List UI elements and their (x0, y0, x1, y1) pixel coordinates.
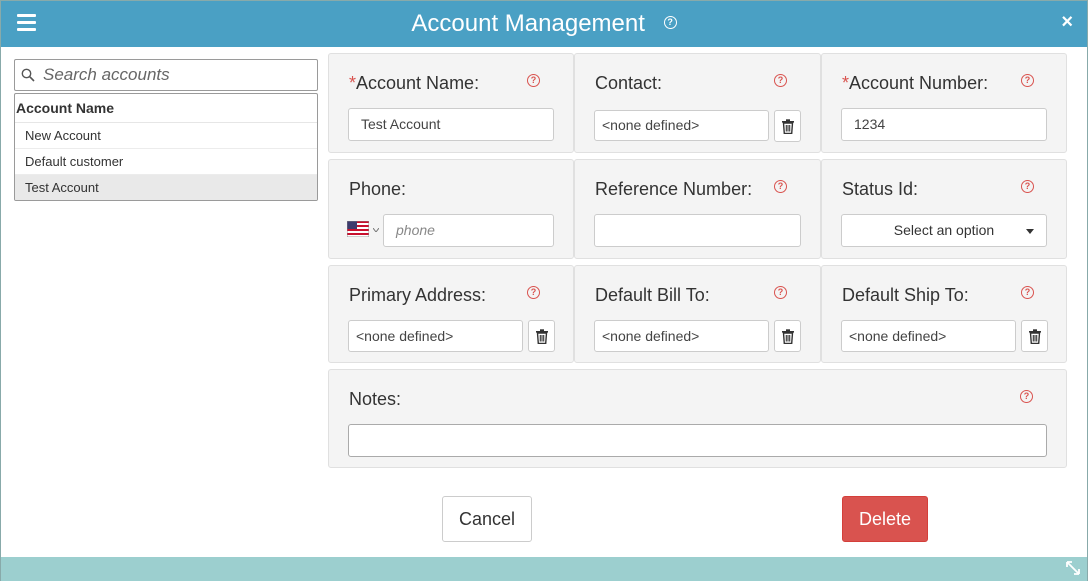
primary-address-cell: Primary Address: ? <none defined> (328, 265, 574, 363)
account-list-header: Account Name (15, 94, 317, 123)
search-input[interactable] (41, 63, 311, 87)
contact-cell: Contact: ? <none defined> (574, 53, 821, 153)
us-flag-icon[interactable] (347, 221, 369, 237)
account-name-cell: *Account Name: ? Test Account (328, 53, 574, 153)
account-name-label: *Account Name: (349, 73, 480, 93)
cancel-button[interactable]: Cancel (442, 496, 532, 542)
title-area: Account Management ? (1, 9, 1087, 39)
status-id-selected: Select an option (893, 222, 995, 238)
list-item[interactable]: New Account (15, 123, 317, 149)
contact-field[interactable]: <none defined> (594, 110, 769, 141)
chevron-down-icon[interactable] (373, 228, 379, 232)
account-number-cell: *Account Number: ? 1234 (821, 53, 1067, 153)
contact-clear-button[interactable] (774, 110, 801, 142)
phone-placeholder: phone (396, 222, 435, 238)
reference-number-label: Reference Number: (595, 179, 753, 199)
search-box (14, 59, 318, 91)
trash-icon (536, 329, 548, 344)
trash-icon (782, 329, 794, 344)
status-id-label: Status Id: (842, 179, 919, 199)
default-bill-to-clear-button[interactable] (774, 320, 801, 352)
primary-address-clear-button[interactable] (528, 320, 555, 352)
help-icon[interactable]: ? (527, 286, 540, 299)
help-icon[interactable]: ? (774, 74, 787, 87)
default-ship-to-field[interactable]: <none defined> (841, 320, 1016, 352)
account-number-input[interactable]: 1234 (841, 108, 1047, 141)
list-item-selected[interactable]: Test Account (15, 175, 317, 200)
delete-button[interactable]: Delete (842, 496, 928, 542)
default-bill-to-cell: Default Bill To: ? <none defined> (574, 265, 821, 363)
search-icon (21, 68, 35, 82)
close-icon[interactable]: × (1061, 12, 1073, 32)
required-marker: * (349, 73, 357, 93)
status-id-select[interactable]: Select an option (841, 214, 1047, 247)
default-ship-to-cell: Default Ship To: ? <none defined> (821, 265, 1067, 363)
help-icon[interactable]: ? (1021, 286, 1034, 299)
help-icon[interactable]: ? (1021, 74, 1034, 87)
default-bill-to-field[interactable]: <none defined> (594, 320, 769, 352)
footer-bar (1, 557, 1087, 581)
help-icon[interactable]: ? (663, 16, 677, 30)
phone-input[interactable]: phone (383, 214, 554, 247)
help-icon[interactable]: ? (1020, 390, 1033, 403)
required-marker: * (842, 73, 850, 93)
reference-number-cell: Reference Number: ? (574, 159, 821, 259)
default-ship-to-clear-button[interactable] (1021, 320, 1048, 352)
trash-icon (782, 119, 794, 134)
help-icon[interactable]: ? (1021, 180, 1034, 193)
notes-input[interactable] (348, 424, 1047, 457)
phone-label: Phone: (349, 179, 407, 199)
trash-icon (1029, 329, 1041, 344)
help-icon[interactable]: ? (774, 180, 787, 193)
account-name-input[interactable]: Test Account (348, 108, 554, 141)
title-bar: Account Management ? × (1, 1, 1087, 47)
window-title: Account Management (411, 10, 645, 37)
default-bill-to-label: Default Bill To: (595, 285, 710, 305)
account-number-label: *Account Number: (842, 73, 989, 93)
account-management-window: Account Management ? × Account Name New … (0, 0, 1088, 581)
reference-number-input[interactable] (594, 214, 801, 247)
primary-address-label: Primary Address: (349, 285, 487, 305)
resize-icon[interactable] (1065, 560, 1081, 576)
notes-cell: Notes: ? (328, 369, 1067, 468)
chevron-down-icon (1026, 229, 1034, 234)
status-id-cell: Status Id: ? Select an option (821, 159, 1067, 259)
phone-cell: Phone: phone (328, 159, 574, 259)
help-icon[interactable]: ? (527, 74, 540, 87)
contact-label: Contact: (595, 73, 663, 93)
default-ship-to-label: Default Ship To: (842, 285, 969, 305)
notes-label: Notes: (349, 389, 402, 409)
help-icon[interactable]: ? (774, 286, 787, 299)
account-list: Account Name New Account Default custome… (14, 93, 318, 201)
list-item[interactable]: Default customer (15, 149, 317, 175)
primary-address-field[interactable]: <none defined> (348, 320, 523, 352)
